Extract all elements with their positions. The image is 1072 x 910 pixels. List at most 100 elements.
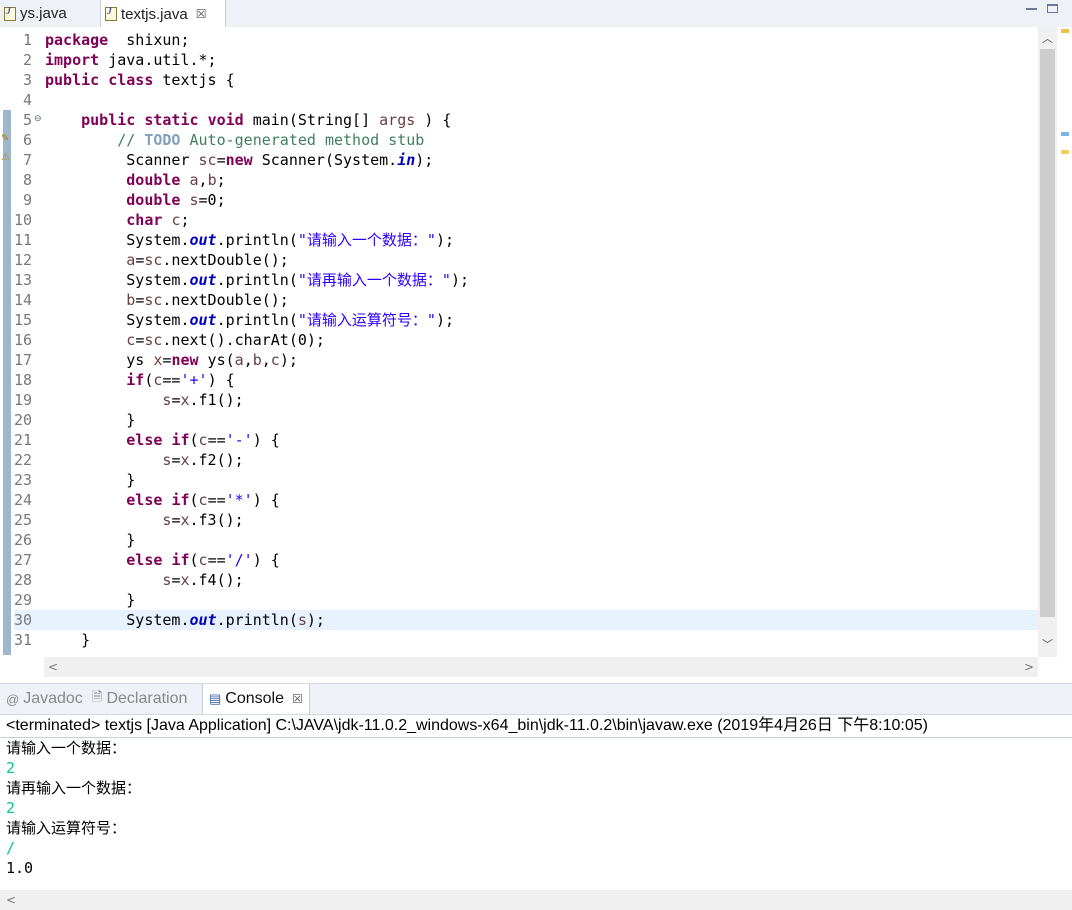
code-line[interactable]: 4 <box>14 90 1038 110</box>
code-line[interactable]: 15 System.out.println("请输入运算符号："); <box>14 310 1038 330</box>
code-token: ); <box>450 271 469 289</box>
line-number: 9 <box>22 191 32 209</box>
code-line[interactable]: 2 import java.util.*; <box>14 50 1038 70</box>
code-token: else <box>126 491 163 509</box>
javadoc-icon: @ <box>6 691 20 707</box>
code-line[interactable]: 29 } <box>14 590 1038 610</box>
vertical-scrollbar[interactable]: ︿ ﹀ <box>1038 27 1057 657</box>
code-line[interactable]: 9 double s=0; <box>14 190 1038 210</box>
code-line[interactable]: 3 public class textjs { <box>14 70 1038 90</box>
code-line[interactable]: 5 public static void main(String[] args … <box>14 110 1038 130</box>
code-line[interactable]: 18 if(c=='+') { <box>14 370 1038 390</box>
code-token: Scanner(System. <box>252 151 398 169</box>
tab-ys-java[interactable]: ys.java <box>0 0 104 27</box>
vertical-ruler: ✎ ⚠ <box>0 27 14 657</box>
code-line[interactable]: 30 System.out.println(s); <box>14 610 1038 630</box>
scroll-right-icon[interactable]: > <box>1020 657 1038 677</box>
tab-declaration[interactable]: 🗎 Declaration <box>92 684 187 714</box>
tab-textjs-java[interactable]: textjs.java ☒ <box>100 0 226 28</box>
code-line[interactable]: 10 char c; <box>14 210 1038 230</box>
tab-console[interactable]: ▤ Console ☒ <box>202 684 310 714</box>
console-output-line: 请输入运算符号： <box>6 819 127 837</box>
line-number: 19 <box>14 391 33 409</box>
code-line[interactable]: 17 ys x=new ys(a,b,c); <box>14 350 1038 370</box>
code-token: == <box>207 431 226 449</box>
code-line[interactable]: 23 } <box>14 470 1038 490</box>
code-line[interactable]: 27 else if(c=='/') { <box>14 550 1038 570</box>
code-line[interactable]: 21 else if(c=='-') { <box>14 430 1038 450</box>
code-line[interactable]: 25 s=x.f3(); <box>14 510 1038 530</box>
code-token: textjs { <box>153 71 235 89</box>
code-line[interactable]: 24 else if(c=='*') { <box>14 490 1038 510</box>
code-line[interactable]: 8 double a,b; <box>14 170 1038 190</box>
line-number: 31 <box>14 631 33 649</box>
code-token: .nextDouble(); <box>162 251 289 269</box>
code-token: .f2(); <box>189 451 244 469</box>
line-number: 22 <box>14 451 33 469</box>
code-line[interactable]: 31 } <box>14 630 1038 650</box>
code-token: main(String[] <box>243 111 380 129</box>
code-token: } <box>45 631 91 649</box>
code-token: .println( <box>216 311 298 329</box>
code-token: =0; <box>198 191 226 209</box>
scroll-thumb[interactable] <box>1040 49 1055 617</box>
code-line[interactable]: 22 s=x.f2(); <box>14 450 1038 470</box>
code-line[interactable]: 13 System.out.println("请再输入一个数据："); <box>14 270 1038 290</box>
console-horizontal-scrollbar[interactable]: < <box>0 890 1072 910</box>
code-line[interactable]: 12 a=sc.nextDouble(); <box>14 250 1038 270</box>
code-token: } <box>45 591 136 609</box>
code-line[interactable]: 7 Scanner sc=new Scanner(System.in); <box>14 150 1038 170</box>
code-token: s <box>297 611 307 629</box>
code-line[interactable]: 6 // TODO Auto-generated method stub <box>14 130 1038 150</box>
code-token: sc <box>144 331 163 349</box>
code-token: ) { <box>252 491 280 509</box>
code-token: in <box>397 151 416 169</box>
line-number: 27 <box>14 551 33 569</box>
line-number: 3 <box>22 71 32 89</box>
code-token: a <box>189 171 199 189</box>
scroll-up-icon[interactable]: ︿ <box>1038 29 1057 49</box>
code-token: package <box>45 31 109 49</box>
maximize-button[interactable] <box>1047 4 1058 13</box>
code-line[interactable]: 20 } <box>14 410 1038 430</box>
code-line[interactable]: 28 s=x.f4(); <box>14 570 1038 590</box>
code-line[interactable]: 19 s=x.f1(); <box>14 390 1038 410</box>
scroll-down-icon[interactable]: ﹀ <box>1038 635 1057 655</box>
line-number: 8 <box>22 171 32 189</box>
code-token: ( <box>189 551 199 569</box>
code-line[interactable]: 11 System.out.println("请输入一个数据："); <box>14 230 1038 250</box>
line-number: 10 <box>14 211 33 229</box>
code-token: System. <box>45 231 190 249</box>
code-line[interactable]: 1 package shixun; <box>14 30 1038 50</box>
line-number: 6 <box>22 131 32 149</box>
close-icon[interactable]: ☒ <box>196 7 207 21</box>
code-line[interactable]: 16 c=sc.next().charAt(0); <box>14 330 1038 350</box>
code-editor[interactable]: ✎ ⚠ ⊖ 1 package shixun; 2 import java.util.… <box>0 27 1072 677</box>
line-number: 12 <box>14 251 33 269</box>
tab-label: ys.java <box>20 5 67 22</box>
close-icon[interactable]: ☒ <box>292 692 303 706</box>
code-token: c <box>198 491 208 509</box>
code-line[interactable]: 14 b=sc.nextDouble(); <box>14 290 1038 310</box>
overview-marker[interactable] <box>1061 29 1069 33</box>
code-token: System. <box>45 611 190 629</box>
scroll-left-icon[interactable]: < <box>6 890 16 910</box>
overview-marker[interactable] <box>1061 150 1069 154</box>
scroll-left-icon[interactable]: < <box>44 657 62 677</box>
code-token: x <box>180 571 190 589</box>
line-number: 5 <box>22 111 32 129</box>
overview-marker[interactable] <box>1061 132 1069 136</box>
horizontal-scrollbar[interactable]: < > <box>44 657 1038 677</box>
code-token: a <box>126 251 136 269</box>
code-token: public <box>45 71 100 89</box>
tab-javadoc[interactable]: @ Javadoc <box>6 684 83 714</box>
code-line[interactable]: 26 } <box>14 530 1038 550</box>
tab-label: Declaration <box>106 690 188 707</box>
overview-ruler[interactable] <box>1057 27 1072 657</box>
code-token: } <box>45 411 136 429</box>
code-token: if <box>126 371 145 389</box>
java-file-icon <box>4 6 16 21</box>
minimize-button[interactable] <box>1026 8 1037 10</box>
